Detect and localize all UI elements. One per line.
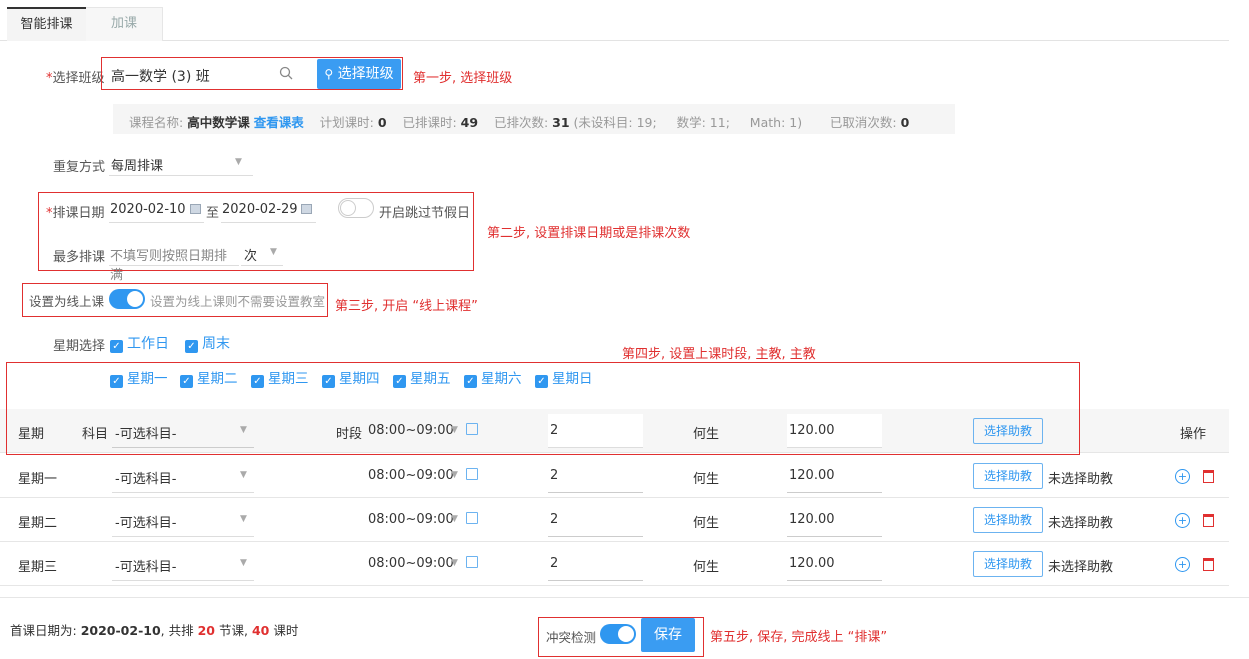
step5-annotation: 第五步, 保存, 完成线上 “排课” [710, 630, 888, 645]
chevron-down-icon: ▼ [235, 157, 242, 167]
trash-icon[interactable] [1203, 514, 1214, 527]
table-row: 星期三 -可选科目- ▼ 08:00~09:00 ▼ 2 何生 120.00 选择… [0, 542, 1229, 586]
chevron-down-icon: ▼ [451, 514, 458, 524]
search-icon: ⚲ [324, 67, 334, 81]
teacher-name: 何生 [693, 472, 720, 487]
class-label: *选择班级 [46, 71, 105, 86]
hours-input[interactable]: 2 [548, 547, 643, 581]
max-unit-select[interactable]: 次 ▼ [241, 236, 283, 266]
tab-smart-schedule[interactable]: 智能排课 [7, 7, 86, 41]
skip-holiday-label: 开启跳过节假日 [379, 206, 471, 221]
checkbox-workday[interactable]: ✓ 工作日 [110, 333, 169, 353]
chevron-down-icon: ▼ [240, 470, 247, 480]
select-class-button[interactable]: ⚲ 选择班级 [317, 59, 401, 89]
assistant-status: 未选择助教 [1048, 472, 1114, 487]
subject-select[interactable]: -可选科目- ▼ [112, 547, 254, 581]
date-separator: 至 [206, 206, 220, 221]
hours-input[interactable]: 2 [548, 459, 643, 493]
plus-circle-icon[interactable]: + [1175, 513, 1190, 528]
chevron-down-icon: ▼ [240, 558, 247, 568]
period-select[interactable]: 08:00~09:00 [368, 556, 454, 571]
repeat-select[interactable]: 每周排课 ▼ [109, 146, 253, 176]
step4-highlight [6, 362, 1080, 455]
week-label: 星期选择 [53, 339, 106, 354]
subject-select[interactable]: -可选科目- ▼ [112, 503, 254, 537]
calendar-icon[interactable] [301, 203, 312, 214]
footer-bar: 首课日期为: 2020-02-10, 共排 20 节课, 40 课时 冲突检测 … [0, 597, 1249, 659]
trash-icon[interactable] [1203, 558, 1214, 571]
chevron-down-icon: ▼ [240, 514, 247, 524]
repeat-label: 重复方式 [53, 160, 106, 175]
hours-input[interactable]: 2 [548, 503, 643, 537]
subject-select[interactable]: -可选科目- ▼ [112, 459, 254, 493]
save-button[interactable]: 保存 [641, 618, 695, 652]
online-toggle[interactable] [109, 289, 145, 309]
step2-annotation: 第二步, 设置排课日期或是排课次数 [487, 226, 691, 241]
select-assistant-button[interactable]: 选择助教 [973, 507, 1044, 533]
ops-header: 操作 [1180, 427, 1207, 442]
table-row: 星期一 -可选科目- ▼ 08:00~09:00 ▼ 2 何生 120.00 选择… [0, 454, 1229, 498]
period-select[interactable]: 08:00~09:00 [368, 468, 454, 483]
edit-icon[interactable] [466, 468, 478, 480]
period-select[interactable]: 08:00~09:00 [368, 512, 454, 527]
chevron-down-icon: ▼ [270, 247, 277, 257]
table-row: 星期二 -可选科目- ▼ 08:00~09:00 ▼ 2 何生 120.00 选择… [0, 498, 1229, 542]
chevron-down-icon: ▼ [451, 470, 458, 480]
tab-bar: 智能排课 加课 [0, 0, 1229, 41]
check-icon: ✓ [185, 340, 198, 353]
price-input[interactable]: 120.00 [787, 459, 882, 493]
class-input[interactable]: 高一数学 (3) 班 [111, 66, 210, 86]
course-name: 高中数学课 [187, 115, 250, 130]
step4-annotation: 第四步, 设置上课时段, 主教, 主教 [622, 347, 816, 362]
course-info-bar: 课程名称: 高中数学课 查看课表 计划课时: 0 已排课时: 49 已排次数: … [113, 104, 955, 134]
trash-icon[interactable] [1203, 470, 1214, 483]
skip-holiday-toggle[interactable] [338, 198, 374, 218]
max-label: 最多排课 [53, 250, 106, 265]
select-assistant-button[interactable]: 选择助教 [973, 463, 1044, 489]
select-assistant-button[interactable]: 选择助教 [973, 551, 1044, 577]
step3-annotation: 第三步, 开启 “线上课程” [335, 299, 478, 314]
price-input[interactable]: 120.00 [787, 547, 882, 581]
chevron-down-icon: ▼ [451, 558, 458, 568]
footer-summary: 首课日期为: 2020-02-10, 共排 20 节课, 40 课时 [10, 623, 299, 638]
edit-icon[interactable] [466, 556, 478, 568]
teacher-name: 何生 [693, 516, 720, 531]
assistant-status: 未选择助教 [1048, 560, 1114, 575]
plus-circle-icon[interactable]: + [1175, 557, 1190, 572]
date-label: *排课日期 [46, 206, 105, 221]
online-label: 设置为线上课 [29, 294, 105, 309]
online-hint: 设置为线上课则不需要设置教室 [150, 294, 326, 309]
checkbox-weekend[interactable]: ✓ 周末 [185, 333, 230, 353]
tab-add-lesson[interactable]: 加课 [86, 7, 163, 41]
conflict-toggle[interactable] [600, 624, 636, 644]
search-icon[interactable] [279, 66, 293, 80]
edit-icon[interactable] [466, 512, 478, 524]
calendar-icon[interactable] [190, 203, 201, 214]
plus-circle-icon[interactable]: + [1175, 469, 1190, 484]
check-icon: ✓ [110, 340, 123, 353]
assistant-status: 未选择助教 [1048, 516, 1114, 531]
max-input[interactable]: 不填写则按照日期排满 [109, 236, 239, 283]
teacher-name: 何生 [693, 560, 720, 575]
view-schedule-link[interactable]: 查看课表 [254, 115, 304, 130]
conflict-label: 冲突检测 [546, 630, 597, 645]
step1-annotation: 第一步, 选择班级 [413, 71, 513, 86]
price-input[interactable]: 120.00 [787, 503, 882, 537]
